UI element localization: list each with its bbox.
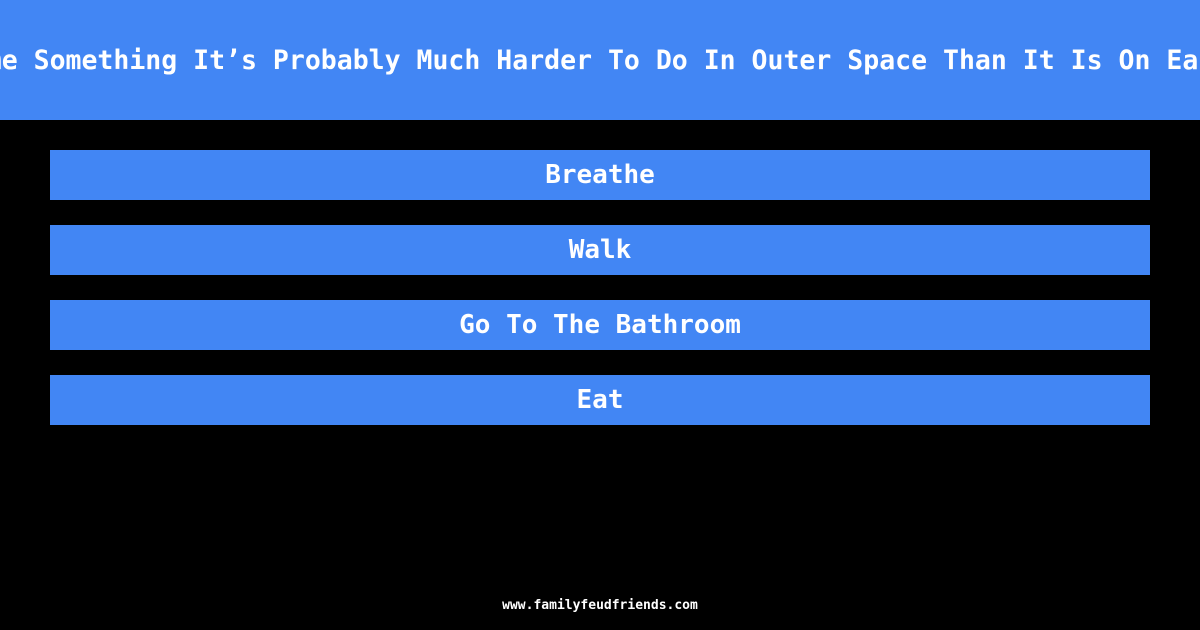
answer-option[interactable]: Breathe [50, 150, 1150, 200]
answer-option[interactable]: Eat [50, 375, 1150, 425]
answer-option[interactable]: Walk [50, 225, 1150, 275]
answer-label: Breathe [545, 160, 655, 190]
site-url: www.familyfeudfriends.com [502, 598, 698, 613]
answer-label: Walk [568, 235, 632, 265]
question-text: Name Something It’s Probably Much Harder… [0, 44, 1200, 76]
answer-label: Eat [576, 385, 624, 415]
answer-option[interactable]: Go To The Bathroom [50, 300, 1150, 350]
question-banner: Name Something It’s Probably Much Harder… [0, 0, 1200, 120]
answer-label: Go To The Bathroom [459, 310, 741, 340]
